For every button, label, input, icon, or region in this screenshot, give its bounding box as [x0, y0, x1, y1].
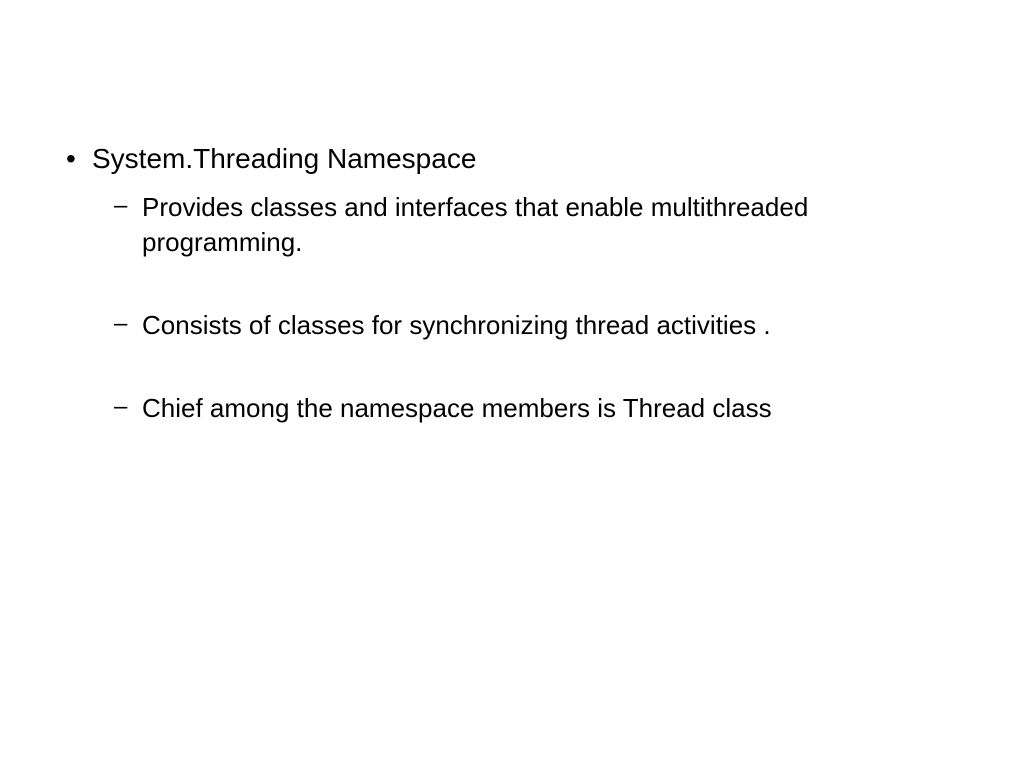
bullet-text: Chief among the namespace members is Thr… [142, 393, 772, 423]
list-item: Provides classes and interfaces that ena… [92, 190, 964, 260]
bullet-text: Provides classes and interfaces that ena… [142, 192, 808, 257]
bullet-text: System.Threading Namespace [92, 143, 476, 174]
list-item: System.Threading Namespace Provides clas… [60, 140, 964, 426]
list-item: Consists of classes for synchronizing th… [92, 308, 964, 343]
bullet-list: System.Threading Namespace Provides clas… [60, 140, 964, 426]
bullet-text: Consists of classes for synchronizing th… [142, 310, 771, 340]
sub-bullet-list: Provides classes and interfaces that ena… [92, 190, 964, 426]
list-item: Chief among the namespace members is Thr… [92, 391, 964, 426]
